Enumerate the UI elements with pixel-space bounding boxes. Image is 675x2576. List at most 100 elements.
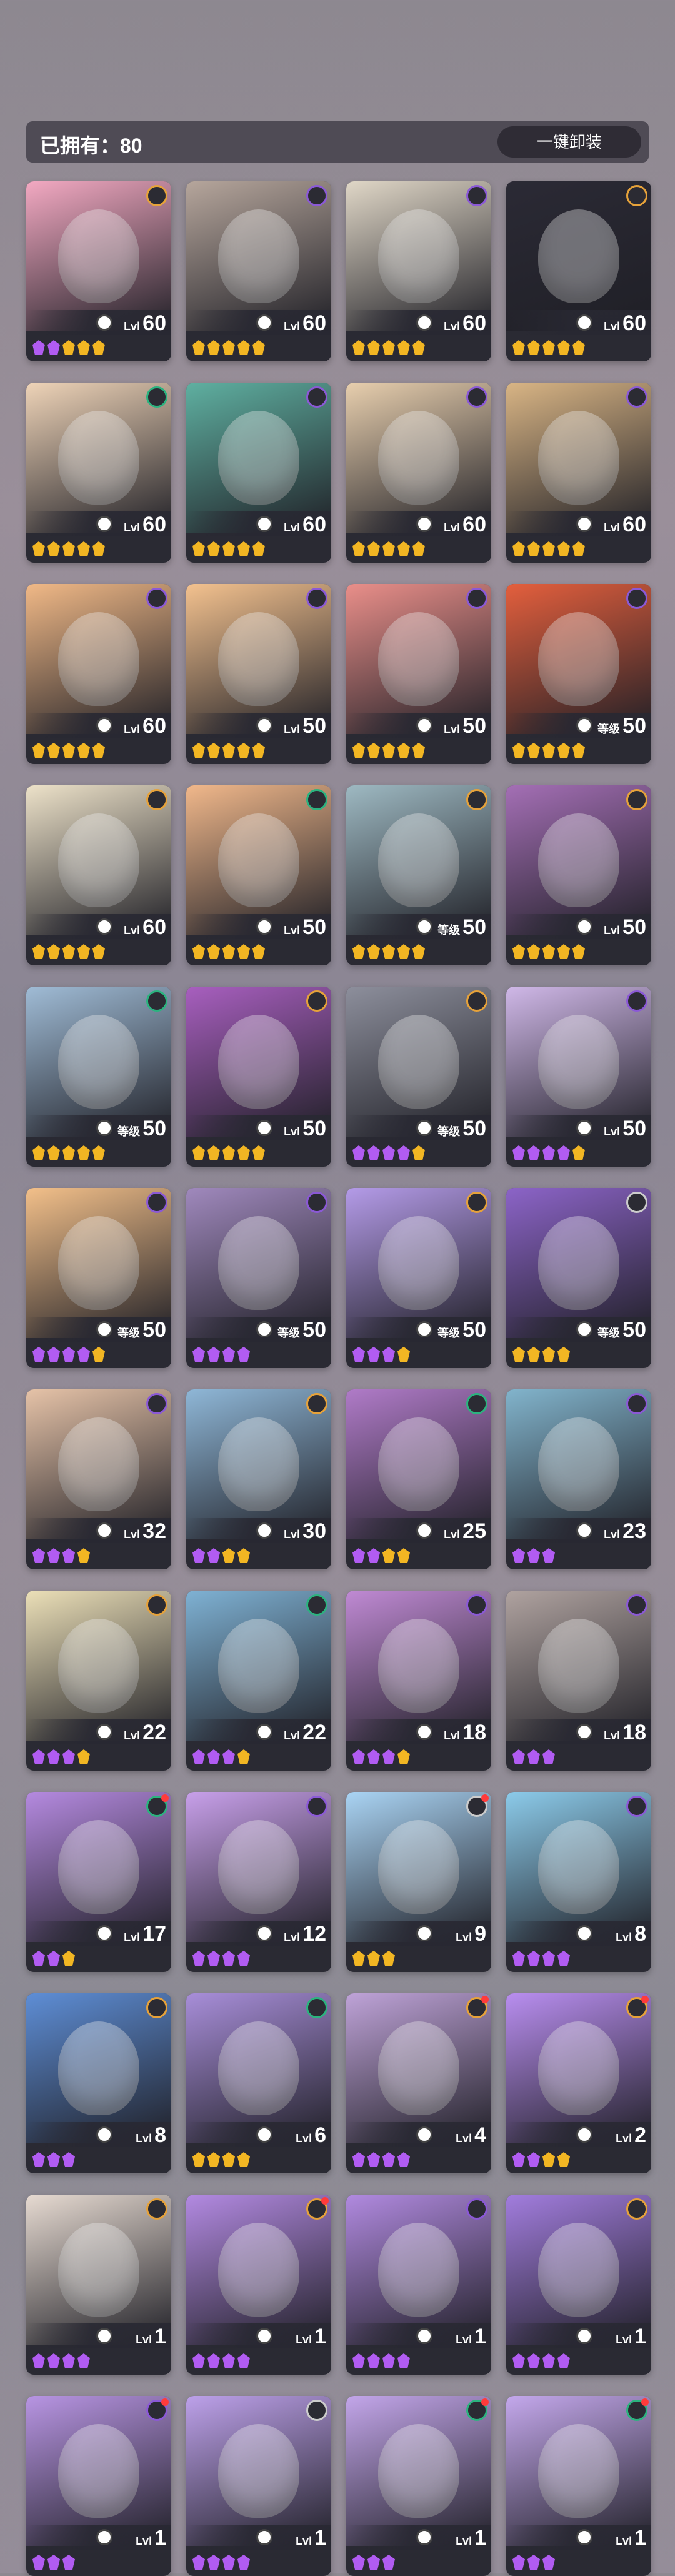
hero-card[interactable]: Lvl 18 <box>506 1591 651 1771</box>
star-gems <box>192 1548 250 1564</box>
gem-icon <box>412 541 425 556</box>
level-label: Lvl <box>284 723 301 735</box>
gem-icon <box>512 2555 525 2570</box>
gem-icon <box>192 1548 205 1563</box>
gem-icon <box>382 1951 395 1966</box>
gem-icon <box>78 340 90 355</box>
hero-card[interactable]: Lvl 50 <box>186 584 331 764</box>
class-icon <box>96 2328 112 2344</box>
hero-card[interactable]: Lvl 60 <box>26 383 171 563</box>
gem-icon <box>542 340 555 355</box>
level-label: Lvl <box>284 1125 301 1138</box>
level-label: Lvl <box>616 2535 632 2547</box>
hero-card[interactable]: Lvl 60 <box>26 584 171 764</box>
hero-card[interactable]: 等级 50 <box>346 785 491 965</box>
gem-icon <box>252 944 265 959</box>
hero-level: Lvl 22 <box>124 1721 166 1745</box>
level-number: 2 <box>634 2123 646 2147</box>
hero-card[interactable]: 等级 50 <box>26 987 171 1167</box>
hero-card[interactable]: Lvl 32 <box>26 1389 171 1569</box>
hero-card[interactable]: Lvl 1 <box>26 2195 171 2375</box>
hero-card[interactable]: Lvl 60 <box>186 383 331 563</box>
hero-card[interactable]: Lvl 60 <box>506 181 651 361</box>
hero-card[interactable]: Lvl 50 <box>186 987 331 1167</box>
hero-card[interactable]: Lvl 22 <box>186 1591 331 1771</box>
class-icon <box>576 1321 592 1337</box>
hero-card[interactable]: Lvl 23 <box>506 1389 651 1569</box>
hero-card[interactable]: Lvl 60 <box>346 181 491 361</box>
hero-card[interactable]: Lvl 2 <box>506 1993 651 2173</box>
star-gems <box>192 743 265 759</box>
hero-card[interactable]: Lvl 8 <box>26 1993 171 2173</box>
hero-card[interactable]: Lvl 50 <box>506 785 651 965</box>
class-icon <box>576 1120 592 1136</box>
hero-card[interactable]: Lvl 1 <box>346 2396 491 2576</box>
hero-face <box>378 2223 459 2317</box>
gem-icon <box>528 1951 540 1966</box>
hero-face <box>218 1820 299 1914</box>
hero-card[interactable]: Lvl 1 <box>186 2195 331 2375</box>
hero-card[interactable]: 等级 50 <box>506 1188 651 1368</box>
gem-icon <box>368 1145 380 1160</box>
gem-icon <box>542 2353 555 2368</box>
gem-icon <box>48 1145 60 1160</box>
star-gems <box>512 1548 555 1564</box>
faction-icon <box>146 990 168 1012</box>
class-icon <box>576 1522 592 1539</box>
gem-icon <box>542 1749 555 1764</box>
gem-icon <box>368 1749 380 1764</box>
gem-icon <box>352 2152 365 2167</box>
gem-icon <box>32 541 45 556</box>
hero-card[interactable]: Lvl 25 <box>346 1389 491 1569</box>
hero-card[interactable]: 等级 50 <box>186 1188 331 1368</box>
hero-card[interactable]: Lvl 60 <box>346 383 491 563</box>
hero-card[interactable]: Lvl 9 <box>346 1792 491 1972</box>
hero-card[interactable]: Lvl 12 <box>186 1792 331 1972</box>
star-gems <box>32 340 105 356</box>
star-gems <box>192 2353 250 2370</box>
hero-level: Lvl 18 <box>604 1721 646 1745</box>
gem-icon <box>192 1347 205 1362</box>
level-number: 60 <box>622 513 646 536</box>
hero-card[interactable]: 等级 50 <box>26 1188 171 1368</box>
hero-card[interactable]: Lvl 50 <box>506 987 651 1167</box>
hero-card[interactable]: 等级 50 <box>346 987 491 1167</box>
hero-card[interactable]: Lvl 1 <box>346 2195 491 2375</box>
class-icon <box>576 2126 592 2143</box>
faction-icon <box>466 1393 488 1414</box>
hero-face <box>538 209 619 303</box>
hero-card[interactable]: Lvl 60 <box>26 181 171 361</box>
hero-card[interactable]: Lvl 30 <box>186 1389 331 1569</box>
hero-card[interactable]: Lvl 4 <box>346 1993 491 2173</box>
hero-card[interactable]: 等级 50 <box>506 584 651 764</box>
hero-level: Lvl 50 <box>284 1117 326 1141</box>
hero-card[interactable]: Lvl 50 <box>346 584 491 764</box>
level-label: Lvl <box>444 1729 461 1742</box>
hero-card[interactable]: Lvl 60 <box>26 785 171 965</box>
gem-icon <box>62 743 75 758</box>
hero-card[interactable]: Lvl 1 <box>186 2396 331 2576</box>
hero-level: Lvl 8 <box>616 1922 646 1946</box>
hero-card[interactable]: Lvl 50 <box>186 785 331 965</box>
hero-card[interactable]: Lvl 60 <box>186 181 331 361</box>
level-number: 22 <box>142 1721 166 1744</box>
hero-card[interactable]: Lvl 1 <box>506 2396 651 2576</box>
class-icon <box>96 717 112 733</box>
hero-card[interactable]: 等级 50 <box>346 1188 491 1368</box>
hero-level: Lvl 8 <box>136 2123 166 2148</box>
hero-card[interactable]: Lvl 1 <box>26 2396 171 2576</box>
faction-icon <box>146 588 168 609</box>
gem-icon <box>412 1145 425 1160</box>
gem-icon <box>368 1548 380 1563</box>
hero-card[interactable]: Lvl 60 <box>506 383 651 563</box>
star-gems <box>512 743 585 759</box>
class-icon <box>96 314 112 331</box>
hero-card[interactable]: Lvl 1 <box>506 2195 651 2375</box>
level-label: 等级 <box>438 1327 461 1339</box>
hero-card[interactable]: Lvl 8 <box>506 1792 651 1972</box>
hero-card[interactable]: Lvl 18 <box>346 1591 491 1771</box>
faction-icon <box>146 1192 168 1213</box>
hero-card[interactable]: Lvl 17 <box>26 1792 171 1972</box>
hero-card[interactable]: Lvl 22 <box>26 1591 171 1771</box>
hero-card[interactable]: Lvl 6 <box>186 1993 331 2173</box>
